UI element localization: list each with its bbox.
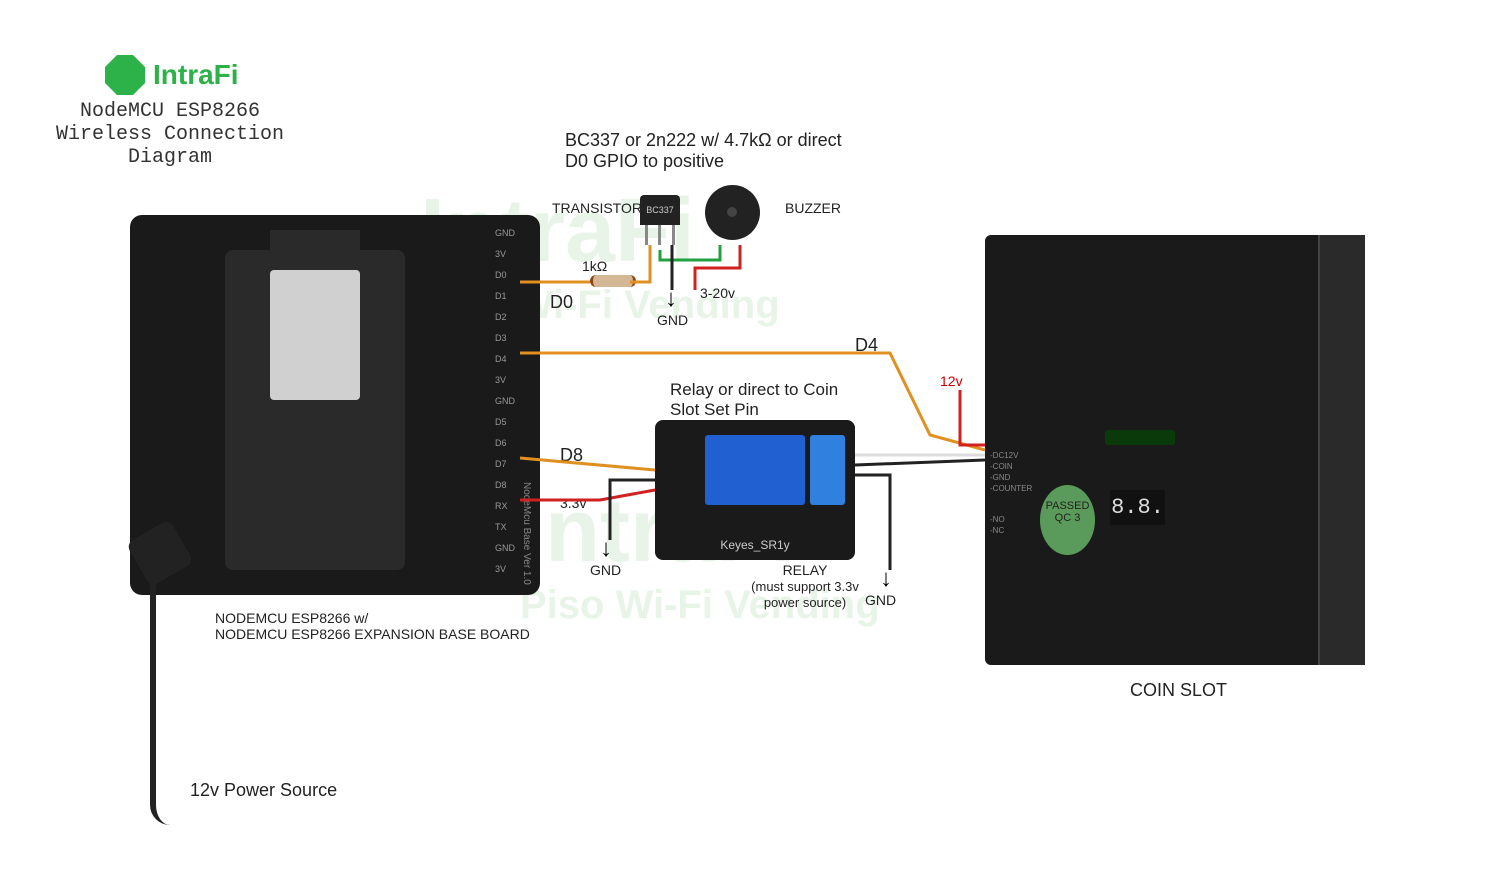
gnd-label-3: GND [865, 592, 896, 608]
gnd-label-1: GND [657, 312, 688, 328]
coin-qc-sticker: PASSED QC 3 [1040, 485, 1095, 555]
gnd-arrow-3: ↓ [880, 565, 892, 593]
coin-pin-labels: -DC12V -COIN -GND -COUNTER -NO -NC [990, 450, 1032, 536]
d0-label: D0 [550, 292, 573, 313]
brand-logo-text: IntraFi [153, 59, 239, 91]
coin-slot-component: -DC12V -COIN -GND -COUNTER -NO -NC PASSE… [985, 235, 1365, 665]
nodemcu-chip [225, 250, 405, 570]
v33-label: 3.3v [560, 495, 586, 511]
buzzer-voltage: 3-20v [700, 285, 735, 301]
buzzer-component [705, 185, 760, 240]
relay-label: RELAY (must support 3.3v power source) [745, 562, 865, 610]
resistor-value: 1kΩ [582, 258, 607, 274]
brand-logo-icon [105, 55, 145, 95]
power-cable [150, 545, 186, 825]
nodemcu-board: NodeMcu Base Ver 1.0 [130, 215, 540, 595]
power-label: 12v Power Source [190, 780, 337, 801]
relay-note2: Relay or direct to Coin Slot Set Pin [670, 380, 870, 420]
resistor-component [590, 275, 636, 287]
d8-label: D8 [560, 445, 583, 466]
pin-labels-right: GND3VD0D1D2D3D43VGNDD5D6D7D8RXTXGND3V [495, 228, 515, 585]
d4-label: D4 [855, 335, 878, 356]
brand-logo: IntraFi [105, 55, 239, 95]
coin-7seg-display: 8.8. [1110, 490, 1165, 525]
transistor-component: BC337 [640, 195, 680, 225]
v12-label: 12v [940, 373, 963, 389]
baseboard-version: NodeMcu Base Ver 1.0 [521, 482, 532, 585]
nodemcu-label: NODEMCU ESP8266 w/ NODEMCU ESP8266 EXPAN… [215, 610, 530, 642]
diagram-title: NodeMCU ESP8266 Wireless Connection Diag… [20, 100, 320, 169]
gnd-arrow-2: ↓ [600, 535, 612, 563]
gnd-arrow-1: ↓ [665, 285, 677, 313]
relay-module: Keyes_SR1y [655, 420, 855, 560]
buzzer-label: BUZZER [785, 200, 841, 216]
coin-slot-label: COIN SLOT [1130, 680, 1227, 701]
transistor-label: TRANSISTOR [552, 200, 642, 216]
esp8266-module [270, 270, 360, 400]
relay-model: Keyes_SR1y [655, 538, 855, 552]
gnd-label-2: GND [590, 562, 621, 578]
transistor-note: BC337 or 2n222 w/ 4.7kΩ or direct D0 GPI… [565, 130, 865, 172]
